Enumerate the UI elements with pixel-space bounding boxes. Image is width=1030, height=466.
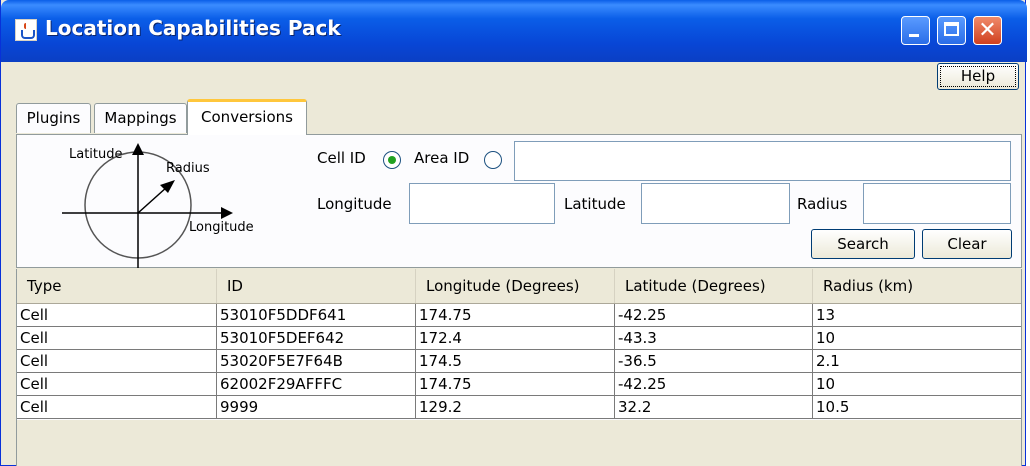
cell-type[interactable]: Cell xyxy=(17,350,217,373)
longitude-field[interactable] xyxy=(409,183,555,224)
maximize-icon xyxy=(944,22,959,36)
cell-type[interactable]: Cell xyxy=(17,396,217,419)
cell-id[interactable]: 62002F29AFFFC xyxy=(217,373,416,396)
cell-radius[interactable]: 10.5 xyxy=(813,396,1021,419)
coordinate-diagram xyxy=(62,143,233,268)
column-header-radius[interactable]: Radius (km) xyxy=(813,269,1021,303)
cell-id-radio[interactable] xyxy=(383,151,401,169)
minimize-button[interactable] xyxy=(901,16,930,45)
cell-longitude[interactable]: 174.75 xyxy=(416,304,615,327)
search-button[interactable]: Search xyxy=(811,229,915,259)
diagram-radius-label: Radius xyxy=(166,161,210,176)
title-bar[interactable]: Location Capabilities Pack ✕ xyxy=(1,0,1027,62)
diagram-longitude-label: Longitude xyxy=(189,220,254,235)
cell-longitude[interactable]: 174.75 xyxy=(416,373,615,396)
cell-latitude[interactable]: -36.5 xyxy=(615,350,813,373)
conversions-panel: Latitude Radius Longitude Cell ID Area I… xyxy=(16,134,1022,268)
latitude-label: Latitude xyxy=(564,195,626,213)
table-row[interactable]: Cell 9999 129.2 32.2 10.5 xyxy=(17,396,1021,419)
close-button[interactable]: ✕ xyxy=(973,16,1002,45)
cell-id[interactable]: 53010F5DDF641 xyxy=(217,304,416,327)
cell-type[interactable]: Cell xyxy=(17,304,217,327)
cell-type[interactable]: Cell xyxy=(17,327,217,350)
table-row[interactable]: Cell 53010F5DDF641 174.75 -42.25 13 xyxy=(17,304,1021,327)
clear-button[interactable]: Clear xyxy=(922,229,1012,259)
close-icon: ✕ xyxy=(978,18,997,43)
cell-latitude[interactable]: -42.25 xyxy=(615,304,813,327)
longitude-arrowhead xyxy=(221,207,233,219)
table-row[interactable]: Cell 53020F5E7F64B 174.5 -36.5 2.1 xyxy=(17,350,1021,373)
cell-radius[interactable]: 13 xyxy=(813,304,1021,327)
cell-latitude[interactable]: -42.25 xyxy=(615,373,813,396)
tab-conversions[interactable]: Conversions xyxy=(187,99,307,135)
cell-latitude[interactable]: -43.3 xyxy=(615,327,813,350)
cell-id[interactable]: 9999 xyxy=(217,396,416,419)
application-window: Location Capabilities Pack ✕ Help Plugin… xyxy=(0,0,1027,466)
longitude-label: Longitude xyxy=(317,195,392,213)
minimize-icon xyxy=(909,34,919,37)
cell-id-label: Cell ID xyxy=(317,149,366,167)
radius-vector xyxy=(137,186,168,214)
help-button[interactable]: Help xyxy=(937,63,1019,90)
column-header-type[interactable]: Type xyxy=(17,269,217,303)
tab-plugins[interactable]: Plugins xyxy=(16,103,91,133)
column-header-latitude[interactable]: Latitude (Degrees) xyxy=(615,269,813,303)
column-header-id[interactable]: ID xyxy=(217,269,416,303)
area-id-radio[interactable] xyxy=(484,151,502,169)
table-row[interactable]: Cell 53010F5DEF642 172.4 -43.3 10 xyxy=(17,327,1021,350)
cell-longitude[interactable]: 172.4 xyxy=(416,327,615,350)
cell-id[interactable]: 53020F5E7F64B xyxy=(217,350,416,373)
table-row[interactable]: Cell 62002F29AFFFC 174.75 -42.25 10 xyxy=(17,373,1021,396)
results-table: Type ID Longitude (Degrees) Latitude (De… xyxy=(16,269,1022,466)
cell-longitude[interactable]: 174.5 xyxy=(416,350,615,373)
table-body: Cell 53010F5DDF641 174.75 -42.25 13 Cell… xyxy=(17,304,1021,419)
table-header: Type ID Longitude (Degrees) Latitude (De… xyxy=(17,269,1021,304)
table-empty-area xyxy=(17,420,1021,466)
latitude-arrowhead xyxy=(132,143,144,155)
cell-radius[interactable]: 10 xyxy=(813,373,1021,396)
java-cup-icon xyxy=(15,19,37,41)
cell-latitude[interactable]: 32.2 xyxy=(615,396,813,419)
area-id-label: Area ID xyxy=(414,149,470,167)
latitude-field[interactable] xyxy=(641,183,790,224)
column-header-longitude[interactable]: Longitude (Degrees) xyxy=(416,269,615,303)
cell-type[interactable]: Cell xyxy=(17,373,217,396)
cell-radius[interactable]: 10 xyxy=(813,327,1021,350)
cell-radius[interactable]: 2.1 xyxy=(813,350,1021,373)
cell-longitude[interactable]: 129.2 xyxy=(416,396,615,419)
radius-field[interactable] xyxy=(863,183,1011,224)
cell-id[interactable]: 53010F5DEF642 xyxy=(217,327,416,350)
diagram-latitude-label: Latitude xyxy=(69,147,123,162)
radius-label: Radius xyxy=(797,195,848,213)
tab-mappings[interactable]: Mappings xyxy=(94,103,187,133)
id-field[interactable] xyxy=(514,141,1011,181)
window-title: Location Capabilities Pack xyxy=(45,16,341,40)
maximize-button[interactable] xyxy=(937,16,966,45)
